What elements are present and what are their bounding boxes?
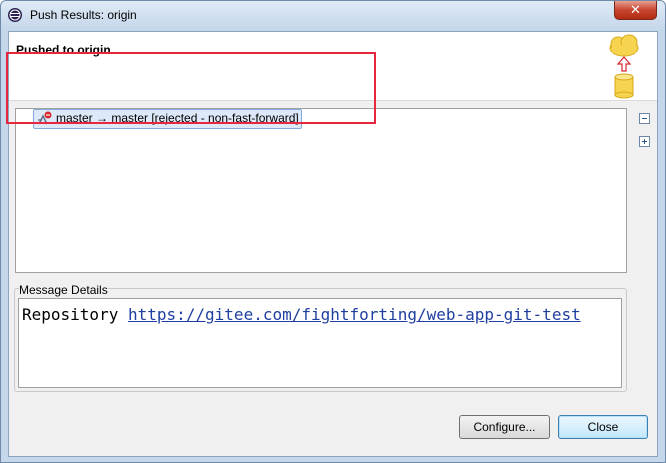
title-bar[interactable]: Push Results: origin ✕ [1,1,665,31]
close-icon[interactable]: ✕ [614,1,657,20]
expand-all-icon[interactable] [639,136,650,147]
close-button[interactable]: Close [558,415,648,439]
push-result-tree[interactable]: master → master [rejected - non-fast-for… [15,108,627,273]
push-results-dialog: Push Results: origin ✕ Pushed to origin [0,0,666,463]
repository-label: Repository [22,305,119,324]
repository-link[interactable]: https://gitee.com/fightforting/web-app-g… [128,305,581,324]
message-line: Repository https://gitee.com/fightfortin… [22,305,581,324]
eclipse-icon [8,8,22,22]
highlight-annotation [6,52,376,124]
message-details-text[interactable]: Repository https://gitee.com/fightfortin… [18,298,622,388]
collapse-all-icon[interactable] [639,113,650,124]
message-details-label: Message Details [19,283,108,297]
configure-button[interactable]: Configure... [459,415,550,439]
window-title: Push Results: origin [30,8,137,22]
cloud-upload-icon [609,34,639,99]
